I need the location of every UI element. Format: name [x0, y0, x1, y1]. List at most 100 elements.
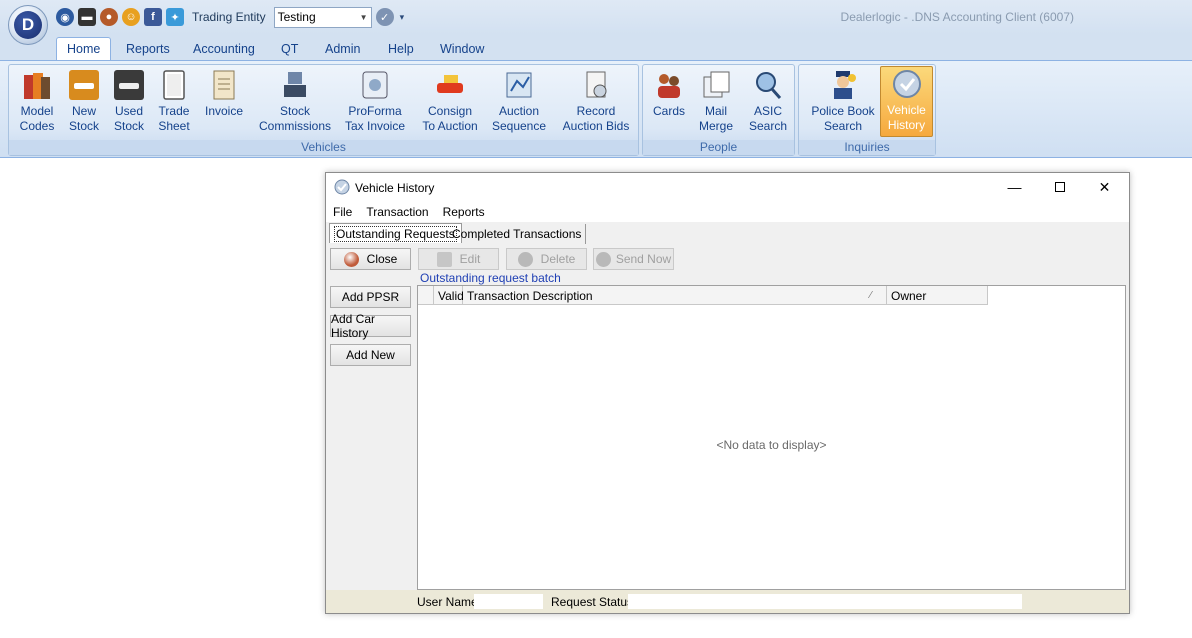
tab-outstanding-requests[interactable]: Outstanding Requests — [329, 223, 462, 243]
trading-entity-select[interactable]: Testing ▼ — [273, 6, 372, 28]
button-label: Cards — [652, 104, 685, 118]
window-title: Vehicle History — [355, 181, 435, 195]
tab-help[interactable]: Help — [378, 37, 424, 60]
menu-bar: File Transaction Reports — [326, 202, 1129, 222]
app-menu-button[interactable]: D — [8, 5, 48, 45]
edit-button[interactable]: Edit — [418, 248, 499, 270]
button-label: Model Codes — [19, 104, 55, 133]
send-icon — [595, 251, 611, 267]
user-name-field — [474, 594, 543, 609]
vehicles-group: Model Codes New Stock Used Stock Trade Sheet… — [8, 64, 639, 156]
tab-reports[interactable]: Reports — [116, 37, 180, 60]
people-group-label: People — [643, 140, 794, 155]
used-car-icon — [112, 68, 146, 102]
people-group: Cards Mail Merge ASIC Search People — [642, 64, 795, 156]
delete-icon — [517, 251, 533, 267]
request-status-field — [628, 594, 1022, 609]
maximize-icon — [1054, 182, 1065, 192]
smiley-icon[interactable]: ☺ — [122, 8, 140, 26]
users-icon[interactable]: ● — [100, 8, 118, 26]
invoice-icon — [207, 68, 241, 102]
send-now-button[interactable]: Send Now — [593, 248, 674, 270]
close-window-button[interactable]: ✕ — [1082, 173, 1127, 201]
proforma-tax-invoice-button[interactable]: ProForma Tax Invoice — [343, 68, 407, 140]
batch-label: Outstanding request batch — [420, 271, 561, 285]
cash-register-icon — [278, 68, 312, 102]
window-title: Dealerlogic - .DNS Accounting Client (60… — [840, 10, 1074, 24]
column-transaction-description[interactable]: Transaction Description — [463, 286, 887, 305]
minimize-button[interactable]: — — [992, 173, 1037, 201]
invoice-button[interactable]: Invoice — [201, 68, 247, 140]
used-stock-button[interactable]: Used Stock — [110, 68, 148, 140]
twitter-icon[interactable]: ✦ — [166, 8, 184, 26]
menu-reports[interactable]: Reports — [443, 205, 485, 219]
document-icon — [157, 68, 191, 102]
close-button[interactable]: Close — [330, 248, 411, 270]
window-titlebar[interactable]: Vehicle History — ✕ — [326, 173, 1129, 201]
vehicle-history-quick-icon[interactable]: ✓ — [375, 8, 394, 26]
button-label: Mail Merge — [698, 104, 733, 133]
tab-admin[interactable]: Admin — [315, 37, 370, 60]
mail-merge-icon — [699, 68, 733, 102]
user-name-label: User Name — [417, 595, 478, 609]
inquiries-group-label: Inquiries — [799, 140, 935, 155]
button-label: Police Book Search — [811, 104, 875, 133]
button-label: Auction Sequence — [491, 104, 547, 133]
chevron-down-icon: ▼ — [359, 12, 368, 22]
button-label: Consign To Auction — [422, 104, 478, 133]
cards-button[interactable]: Cards — [649, 68, 689, 140]
vehicle-history-button[interactable]: Vehicle History — [880, 66, 933, 137]
delete-button[interactable]: Delete — [506, 248, 587, 270]
new-stock-button[interactable]: New Stock — [65, 68, 103, 140]
add-new-button[interactable]: Add New — [330, 344, 411, 366]
tab-home[interactable]: Home — [56, 37, 112, 60]
menu-transaction[interactable]: Transaction — [366, 205, 428, 219]
button-label: Record Auction Bids — [562, 104, 630, 133]
menu-file[interactable]: File — [333, 205, 352, 219]
add-car-history-button[interactable]: Add Car History — [330, 312, 411, 340]
maximize-button[interactable] — [1037, 173, 1082, 201]
auction-car-icon — [433, 68, 467, 102]
tab-qt[interactable]: QT — [271, 37, 308, 60]
button-label: Stock Commissions — [258, 104, 331, 133]
dealerlogic-logo-icon: D — [14, 11, 42, 39]
requests-grid[interactable]: Valid Transaction Description ⁄ Owner <N… — [417, 285, 1126, 590]
asic-search-button[interactable]: ASIC Search — [746, 68, 790, 140]
auction-sequence-button[interactable]: Auction Sequence — [489, 68, 549, 140]
tab-window[interactable]: Window — [430, 37, 494, 60]
button-label: Invoice — [204, 104, 244, 118]
police-book-search-button[interactable]: Police Book Search — [805, 68, 881, 140]
stock-commissions-button[interactable]: Stock Commissions — [257, 68, 333, 140]
vehicle-history-icon — [334, 179, 350, 195]
edit-icon — [436, 251, 452, 267]
request-status-label: Request Status — [551, 595, 634, 609]
button-label: Vehicle History — [887, 103, 926, 132]
trade-sheet-button[interactable]: Trade Sheet — [155, 68, 193, 140]
button-label: Used Stock — [113, 104, 144, 133]
tab-accounting[interactable]: Accounting — [183, 37, 265, 60]
column-owner[interactable]: Owner — [887, 286, 988, 305]
add-ppsr-button[interactable]: Add PPSR — [330, 286, 411, 308]
record-auction-bids-button[interactable]: Record Auction Bids — [559, 68, 633, 140]
car-icon[interactable]: ▬ — [78, 8, 96, 26]
quick-access-toolbar: ◉ ▬ ● ☺ f ✦ Trading Entity Testing ▼ ✓ ▾ — [56, 6, 404, 28]
mail-merge-button[interactable]: Mail Merge — [696, 68, 736, 140]
grid-header: Valid Transaction Description ⁄ Owner — [418, 286, 988, 305]
customize-toolbar-icon[interactable]: ▾ — [400, 12, 405, 23]
tab-completed-transactions[interactable]: Completed Transactions — [448, 224, 587, 244]
column-valid[interactable]: Valid — [434, 286, 464, 305]
button-label: ProForma Tax Invoice — [344, 104, 406, 133]
button-label: New Stock — [68, 104, 99, 133]
status-bar: User Name Request Status — [326, 590, 1129, 613]
magnifier-icon — [751, 68, 785, 102]
empty-grid-message: <No data to display> — [716, 438, 827, 452]
facebook-icon[interactable]: f — [144, 8, 162, 26]
globe-icon[interactable]: ◉ — [56, 8, 74, 26]
model-codes-button[interactable]: Model Codes — [13, 68, 61, 140]
window-doc-icon — [358, 68, 392, 102]
vehicles-group-label: Vehicles — [9, 140, 638, 155]
button-label: Trade Sheet — [158, 104, 190, 133]
close-circle-icon — [343, 251, 359, 267]
people-icon — [652, 68, 686, 102]
consign-to-auction-button[interactable]: Consign To Auction — [417, 68, 483, 140]
